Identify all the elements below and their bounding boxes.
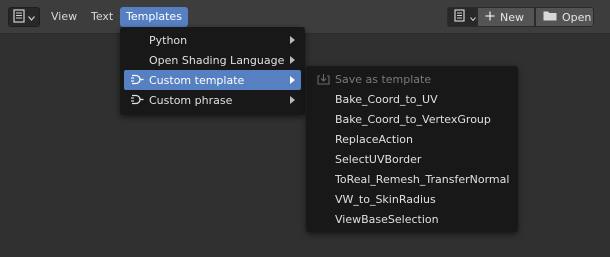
templates-item-label: Open Shading Language bbox=[149, 53, 285, 67]
submenu-item-label: Save as template bbox=[335, 72, 432, 86]
chevron-right-icon bbox=[290, 56, 295, 64]
new-label: New bbox=[500, 10, 524, 24]
templates-item-custom-phrase[interactable]: Custom phrase bbox=[124, 90, 301, 110]
header-bar: View Text Templates New Open bbox=[0, 0, 610, 34]
submenu-item[interactable]: Bake_Coord_to_VertexGroup bbox=[310, 109, 514, 129]
custom-template-submenu: Save as template Bake_Coord_to_UV Bake_C… bbox=[306, 66, 518, 232]
templates-item-python[interactable]: Python bbox=[124, 30, 301, 50]
submenu-item[interactable]: ViewBaseSelection bbox=[310, 209, 514, 229]
chevron-right-icon bbox=[290, 36, 295, 44]
folder-icon bbox=[543, 10, 557, 24]
chevron-right-icon bbox=[290, 76, 295, 84]
editor-type-button[interactable] bbox=[8, 7, 40, 27]
submenu-item-label: Bake_Coord_to_VertexGroup bbox=[335, 112, 491, 126]
new-text-button[interactable]: New bbox=[477, 7, 535, 27]
chevron-right-icon bbox=[290, 96, 295, 104]
open-text-button[interactable]: Open bbox=[535, 7, 594, 27]
submenu-item[interactable]: Bake_Coord_to_UV bbox=[310, 89, 514, 109]
submenu-item-label: Bake_Coord_to_UV bbox=[335, 92, 438, 106]
text-editor-icon bbox=[13, 8, 25, 26]
text-editor-window: View Text Templates New Open Python Open… bbox=[0, 0, 610, 257]
submenu-item[interactable]: SelectUVBorder bbox=[310, 149, 514, 169]
chevron-down-icon bbox=[470, 11, 476, 24]
submenu-item[interactable]: ReplaceAction bbox=[310, 129, 514, 149]
open-label: Open bbox=[562, 10, 592, 24]
templates-item-label: Custom phrase bbox=[149, 93, 233, 107]
text-browse-button[interactable] bbox=[447, 7, 477, 27]
menu-text[interactable]: Text bbox=[85, 7, 119, 27]
submenu-item-label: ReplaceAction bbox=[335, 132, 413, 146]
submenu-item[interactable]: ToReal_Remesh_TransferNormal bbox=[310, 169, 514, 189]
templates-item-osl[interactable]: Open Shading Language bbox=[124, 50, 301, 70]
save-template-icon bbox=[317, 73, 330, 88]
text-editor-icon bbox=[454, 9, 465, 25]
save-as-template-item[interactable]: Save as template bbox=[310, 69, 514, 89]
chevron-down-icon bbox=[28, 11, 35, 24]
plug-icon bbox=[131, 94, 144, 108]
plus-icon bbox=[485, 11, 495, 24]
templates-item-custom-template[interactable]: Custom template bbox=[124, 70, 301, 90]
text-buttons-group: New Open bbox=[447, 7, 594, 27]
submenu-item-label: ViewBaseSelection bbox=[335, 212, 439, 226]
templates-item-label: Python bbox=[149, 33, 188, 47]
templates-menu: Python Open Shading Language Custom temp… bbox=[120, 27, 305, 115]
templates-item-label: Custom template bbox=[149, 73, 245, 87]
submenu-item-label: SelectUVBorder bbox=[335, 152, 422, 166]
plug-icon bbox=[131, 74, 144, 88]
menu-view[interactable]: View bbox=[45, 7, 83, 27]
submenu-item-label: ToReal_Remesh_TransferNormal bbox=[335, 172, 510, 186]
submenu-item-label: VW_to_SkinRadius bbox=[335, 192, 436, 206]
menu-templates[interactable]: Templates bbox=[120, 7, 188, 27]
submenu-item[interactable]: VW_to_SkinRadius bbox=[310, 189, 514, 209]
